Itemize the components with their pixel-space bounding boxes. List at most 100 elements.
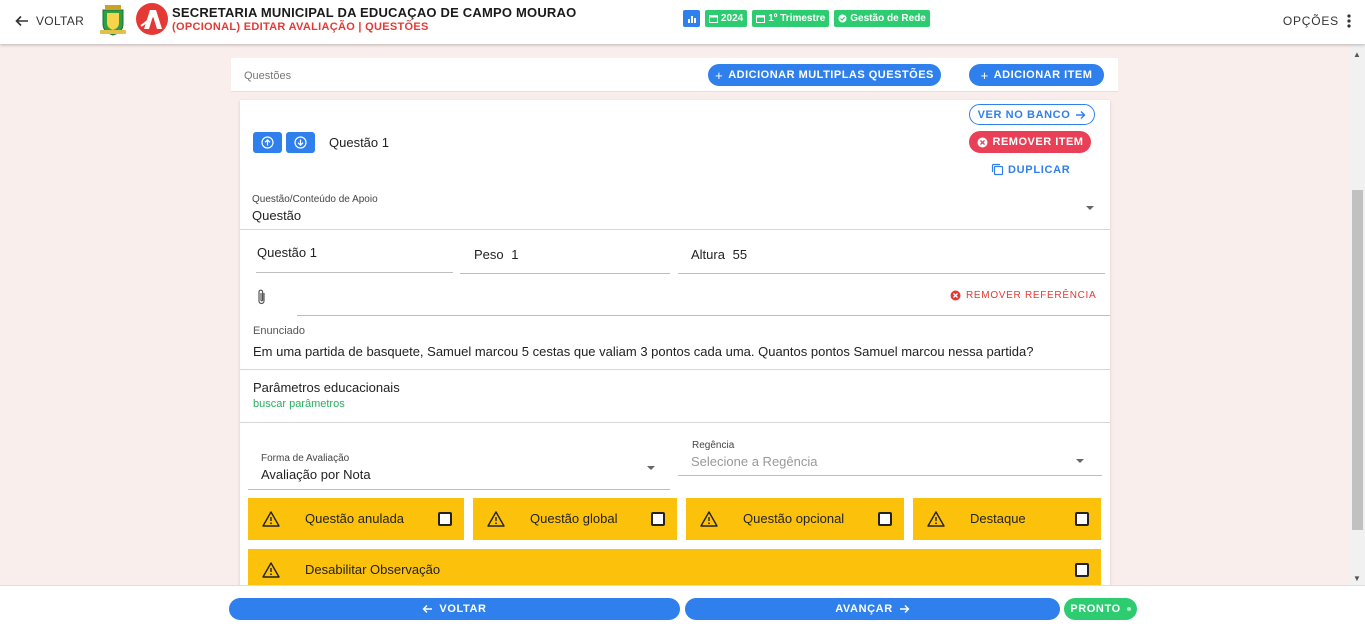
calendar-icon: [756, 15, 766, 23]
options-menu-button[interactable]: OPÇÕES: [1283, 14, 1351, 28]
highlight-toggle[interactable]: Destaque: [913, 498, 1101, 540]
field-underline: [248, 489, 670, 490]
field-underline: [678, 475, 1102, 476]
management-chip[interactable]: Gestão de Rede: [834, 10, 930, 27]
annulled-question-toggle[interactable]: Questão anulada: [248, 498, 464, 540]
statement-label: Enunciado: [253, 325, 305, 337]
evaluation-form-select[interactable]: Avaliação por Nota: [261, 467, 371, 482]
page-scrollbar[interactable]: ▲ ▼: [1350, 44, 1365, 585]
arrow-up-circle-icon: [261, 136, 274, 149]
year-chip[interactable]: 2024: [705, 10, 748, 27]
scroll-up-icon[interactable]: ▲: [1353, 50, 1361, 59]
previous-button[interactable]: VOLTAR: [229, 598, 680, 620]
add-multiple-questions-button[interactable]: + ADICIONAR MULTIPLAS QUESTÕES: [708, 64, 941, 86]
next-button[interactable]: AVANÇAR: [685, 598, 1060, 620]
move-up-button[interactable]: [253, 132, 282, 153]
remove-item-label: REMOVER ITEM: [992, 136, 1084, 148]
weight-value: 1: [511, 247, 519, 262]
add-item-label: ADICIONAR ITEM: [993, 69, 1093, 81]
support-select-label: Questão/Conteúdo de Apoio: [252, 194, 378, 205]
calendar-icon: [709, 15, 718, 23]
divider: [240, 369, 1110, 370]
period-chip-label: 1º Trimestre: [768, 13, 826, 24]
stats-chip[interactable]: [683, 10, 700, 27]
regencia-label: Regência: [692, 440, 735, 451]
divider: [240, 229, 1110, 230]
move-down-button[interactable]: [286, 132, 315, 153]
remove-reference-button[interactable]: REMOVER REFERÊNCIA: [950, 290, 1096, 301]
top-bar: VOLTAR SECRETARIA MUNICIPAL DA EDUCAÇAO …: [0, 0, 1365, 44]
educational-params-title: Parâmetros educacionais: [253, 380, 400, 395]
optional-question-label: Questão opcional: [743, 511, 845, 526]
back-label: VOLTAR: [36, 14, 85, 28]
disable-observation-checkbox[interactable]: [1075, 563, 1089, 577]
done-button[interactable]: PRONTO: [1064, 598, 1137, 620]
weight-field[interactable]: Peso 1: [474, 247, 519, 262]
education-logo-icon: [136, 3, 168, 35]
global-question-checkbox[interactable]: [651, 512, 665, 526]
duplicate-label: DUPLICAR: [1008, 163, 1071, 176]
questions-section-label: Questões: [244, 70, 292, 82]
arrow-left-icon: [422, 605, 433, 613]
highlight-checkbox[interactable]: [1075, 512, 1089, 526]
statement-field[interactable]: Em uma partida de basquete, Samuel marco…: [253, 344, 1033, 359]
chevron-down-icon[interactable]: [1086, 206, 1094, 210]
page-subtitle: (OPCIONAL) EDITAR AVALIAÇÃO | QUESTÕES: [172, 21, 429, 33]
evaluation-form-label: Forma de Avaliação: [261, 453, 350, 464]
chevron-down-icon[interactable]: [1076, 459, 1084, 463]
period-chip[interactable]: 1º Trimestre: [752, 10, 830, 27]
remove-item-button[interactable]: REMOVER ITEM: [969, 131, 1091, 153]
field-underline: [460, 273, 670, 274]
municipal-crest-icon: [100, 5, 126, 36]
height-field[interactable]: Altura 55: [691, 247, 747, 262]
previous-label: VOLTAR: [439, 603, 487, 615]
bottom-navigation: VOLTAR AVANÇAR PRONTO: [0, 585, 1365, 632]
duplicate-button[interactable]: DUPLICAR: [991, 163, 1070, 176]
weight-label: Peso: [474, 247, 504, 262]
add-multiple-label: ADICIONAR MULTIPLAS QUESTÕES: [728, 69, 934, 81]
disable-observation-label: Desabilitar Observação: [305, 562, 441, 577]
arrow-down-circle-icon: [294, 136, 307, 149]
height-label: Altura: [691, 247, 725, 262]
chevron-down-icon[interactable]: [647, 466, 655, 470]
scroll-down-icon[interactable]: ▼: [1353, 574, 1361, 583]
warning-icon: [487, 511, 505, 527]
management-chip-label: Gestão de Rede: [850, 13, 926, 24]
optional-question-toggle[interactable]: Questão opcional: [686, 498, 904, 540]
divider: [240, 422, 1110, 423]
done-label: PRONTO: [1070, 603, 1121, 615]
support-select[interactable]: Questão: [252, 208, 301, 223]
warning-icon: [262, 562, 280, 578]
dot-icon: [1126, 607, 1131, 611]
options-label: OPÇÕES: [1282, 14, 1339, 28]
field-underline: [256, 272, 453, 273]
paperclip-icon[interactable]: [255, 288, 269, 306]
close-circle-icon: [950, 290, 961, 301]
year-chip-label: 2024: [721, 13, 744, 24]
context-chips: 2024 1º Trimestre Gestão de Rede: [683, 10, 930, 27]
scrollbar-thumb[interactable]: [1352, 190, 1363, 530]
optional-question-checkbox[interactable]: [878, 512, 892, 526]
height-value: 55: [732, 247, 748, 262]
question-name-field[interactable]: Questão 1: [257, 245, 317, 260]
field-underline: [297, 315, 1110, 316]
check-circle-icon: [838, 14, 847, 23]
copy-icon: [991, 163, 1004, 176]
question-card: Questão 1 VER NO BANCO REMOVER ITEM DUPL…: [240, 100, 1110, 591]
back-button[interactable]: VOLTAR: [14, 13, 84, 29]
questions-header: Questões + ADICIONAR MULTIPLAS QUESTÕES …: [231, 58, 1118, 92]
regencia-select[interactable]: Selecione a Regência: [691, 454, 817, 469]
page-title: SECRETARIA MUNICIPAL DA EDUCAÇAO DE CAMP…: [172, 5, 577, 20]
search-params-link[interactable]: buscar parâmetros: [253, 398, 345, 410]
plus-icon: +: [715, 67, 724, 83]
annulled-question-checkbox[interactable]: [438, 512, 452, 526]
see-in-bank-button[interactable]: VER NO BANCO: [969, 104, 1095, 125]
see-in-bank-label: VER NO BANCO: [977, 108, 1071, 121]
add-item-button[interactable]: + ADICIONAR ITEM: [969, 64, 1104, 86]
warning-icon: [927, 511, 945, 527]
field-underline: [678, 273, 1105, 274]
next-label: AVANÇAR: [835, 603, 893, 615]
more-vertical-icon: [1347, 14, 1351, 28]
global-question-toggle[interactable]: Questão global: [473, 498, 677, 540]
arrow-left-icon: [15, 15, 28, 27]
